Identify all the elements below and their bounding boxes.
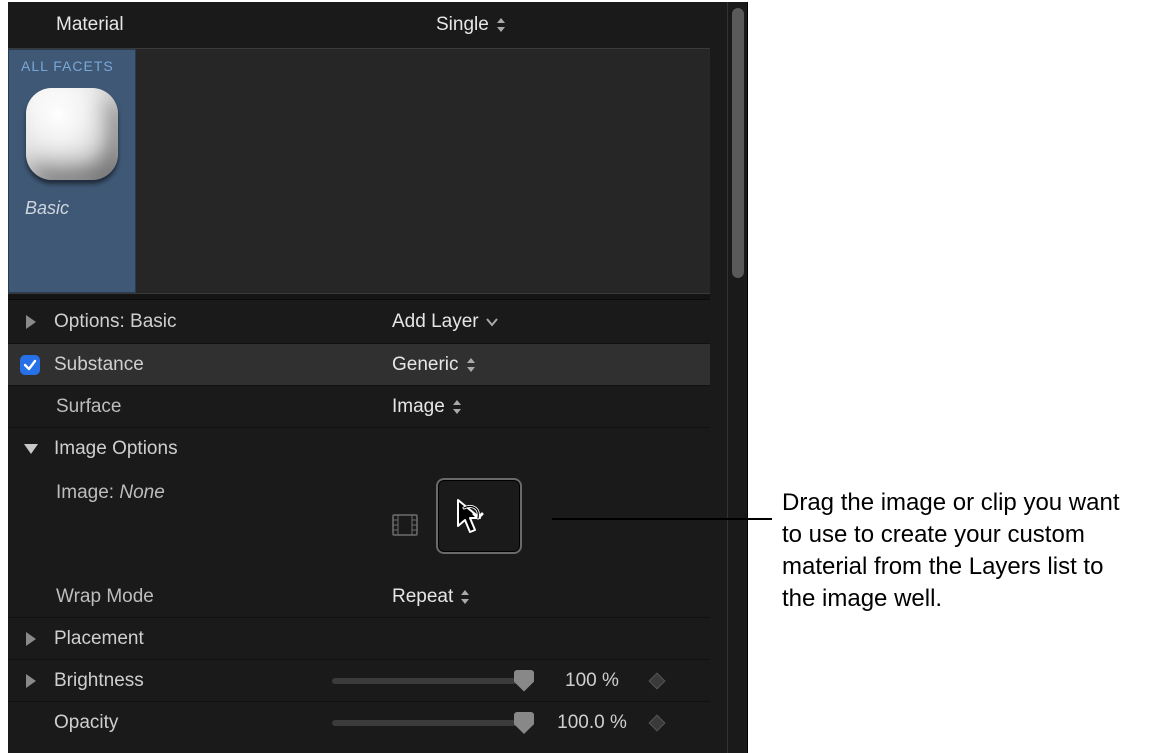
wrap-mode-row: Wrap Mode Repeat [8,576,710,618]
facet-card-all[interactable]: ALL FACETS Basic [8,49,136,293]
vertical-scrollbar[interactable] [727,2,747,753]
brightness-value[interactable]: 100 % [552,670,632,692]
facets-strip: ALL FACETS Basic [8,48,710,294]
surface-label: Surface [56,396,392,418]
slider-knob[interactable] [514,712,534,734]
material-header-row: Material Single [8,2,710,48]
material-preview-thumb [26,88,118,180]
disclosure-down-icon[interactable] [24,444,38,454]
wrap-mode-select[interactable]: Repeat [392,586,471,608]
material-mode-value: Single [436,14,489,36]
wrap-mode-label: Wrap Mode [56,586,392,608]
image-options-label: Image Options [54,438,392,460]
surface-row: Surface Image [8,386,710,428]
placement-row: Placement [8,618,710,660]
callout-text: Drag the image or clip you want to use t… [782,487,1142,615]
opacity-slider[interactable] [332,720,532,726]
options-row: Options: Basic Add Layer [8,300,710,344]
keyframe-diamond-icon[interactable] [649,715,666,732]
wrap-mode-value: Repeat [392,586,453,608]
brightness-row: Brightness 100 % [8,660,710,702]
up-down-stepper-icon [495,17,507,33]
callout-leader-line [552,518,772,520]
image-well[interactable] [436,478,522,554]
substance-checkbox[interactable] [20,355,40,375]
scrollbar-thumb[interactable] [732,8,744,278]
up-down-stepper-icon [451,399,463,415]
facet-tab-label: ALL FACETS [9,50,135,78]
opacity-value[interactable]: 100.0 % [552,712,632,734]
inspector-panel: Material Single ALL FACETS Basic Options… [8,2,748,753]
substance-row[interactable]: Substance Generic [8,344,710,386]
chevron-down-icon [485,317,499,327]
material-mode-select[interactable]: Single [436,14,507,36]
up-down-stepper-icon [459,589,471,605]
keyframe-diamond-icon[interactable] [649,672,666,689]
film-clip-icon [392,514,418,542]
add-layer-label: Add Layer [392,311,479,333]
disclosure-right-icon[interactable] [26,632,36,646]
brightness-label: Brightness [54,670,332,692]
material-label: Material [56,14,436,36]
substance-select[interactable]: Generic [392,354,477,376]
substance-value: Generic [392,354,459,376]
up-down-stepper-icon [465,357,477,373]
surface-value: Image [392,396,445,418]
opacity-label: Opacity [54,712,332,734]
image-value: None [119,482,164,503]
disclosure-right-icon[interactable] [26,674,36,688]
disclosure-right-icon[interactable] [26,315,36,329]
brightness-slider[interactable] [332,678,532,684]
material-name: Basic [9,180,135,219]
options-label: Options: Basic [54,311,392,333]
placement-label: Placement [54,628,392,650]
substance-label: Substance [54,354,392,376]
add-layer-button[interactable]: Add Layer [392,311,499,333]
opacity-row: Opacity 100.0 % [8,702,710,744]
slider-knob[interactable] [514,670,534,692]
image-label: Image: None [56,480,392,504]
image-options-group-row: Image Options [8,428,710,470]
image-row: Image: None bozeman [8,470,710,562]
surface-select[interactable]: Image [392,396,463,418]
